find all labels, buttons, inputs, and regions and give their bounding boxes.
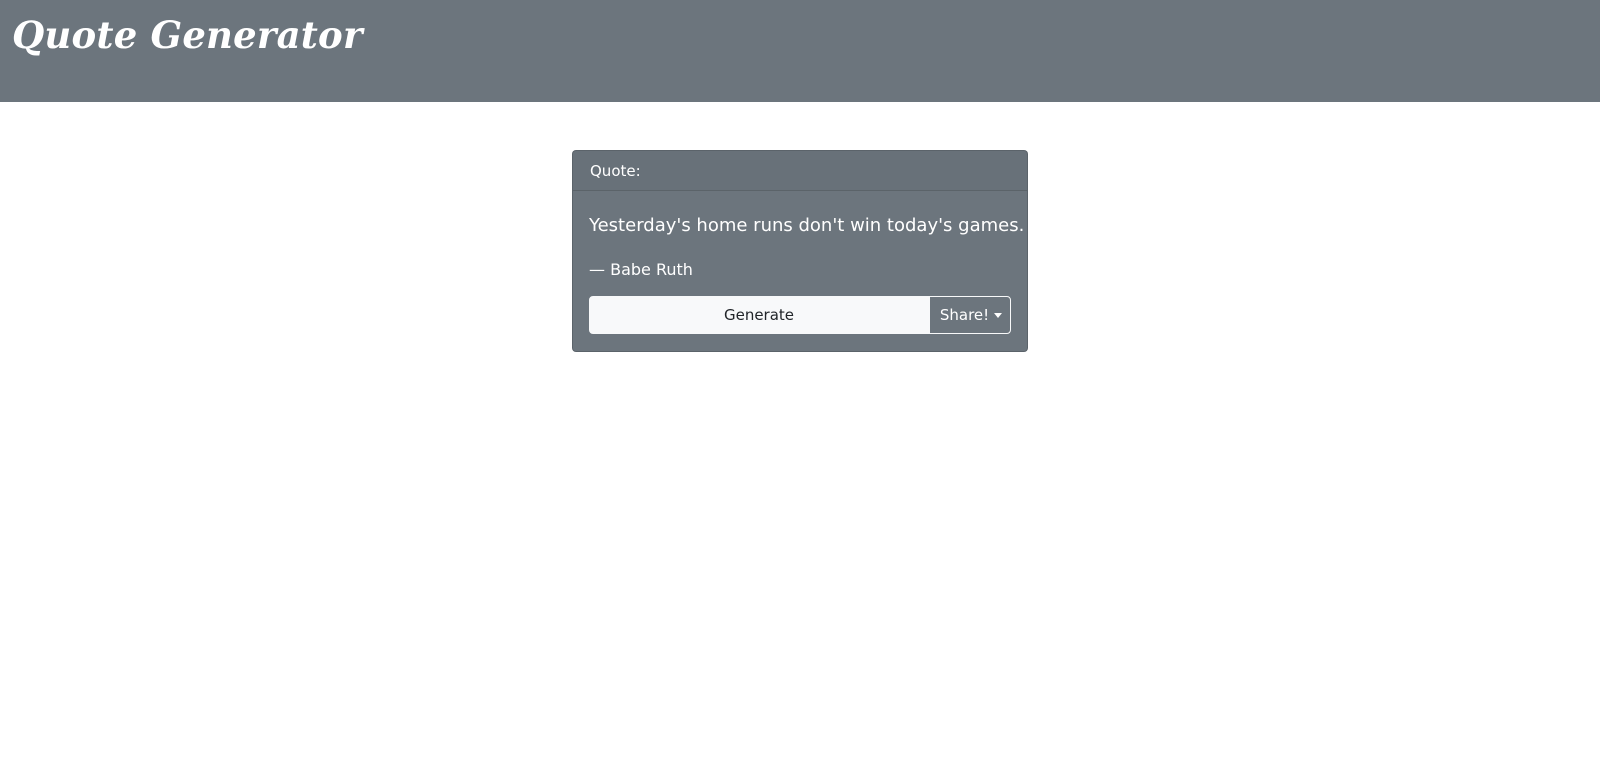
- generate-button[interactable]: Generate: [589, 296, 929, 334]
- share-dropdown-button[interactable]: Share!: [929, 296, 1011, 334]
- app-title: Quote Generator: [12, 13, 363, 57]
- app-header: Quote Generator: [0, 0, 1600, 102]
- card-header-label: Quote:: [590, 162, 641, 180]
- quote-card: Quote: Yesterday's home runs don't win t…: [572, 150, 1028, 352]
- quote-author: — Babe Ruth: [589, 260, 693, 279]
- caret-down-icon: [994, 313, 1003, 318]
- card-header: Quote:: [573, 151, 1027, 191]
- share-button-label: Share!: [939, 306, 990, 324]
- quote-text: Yesterday's home runs don't win today's …: [589, 215, 1025, 236]
